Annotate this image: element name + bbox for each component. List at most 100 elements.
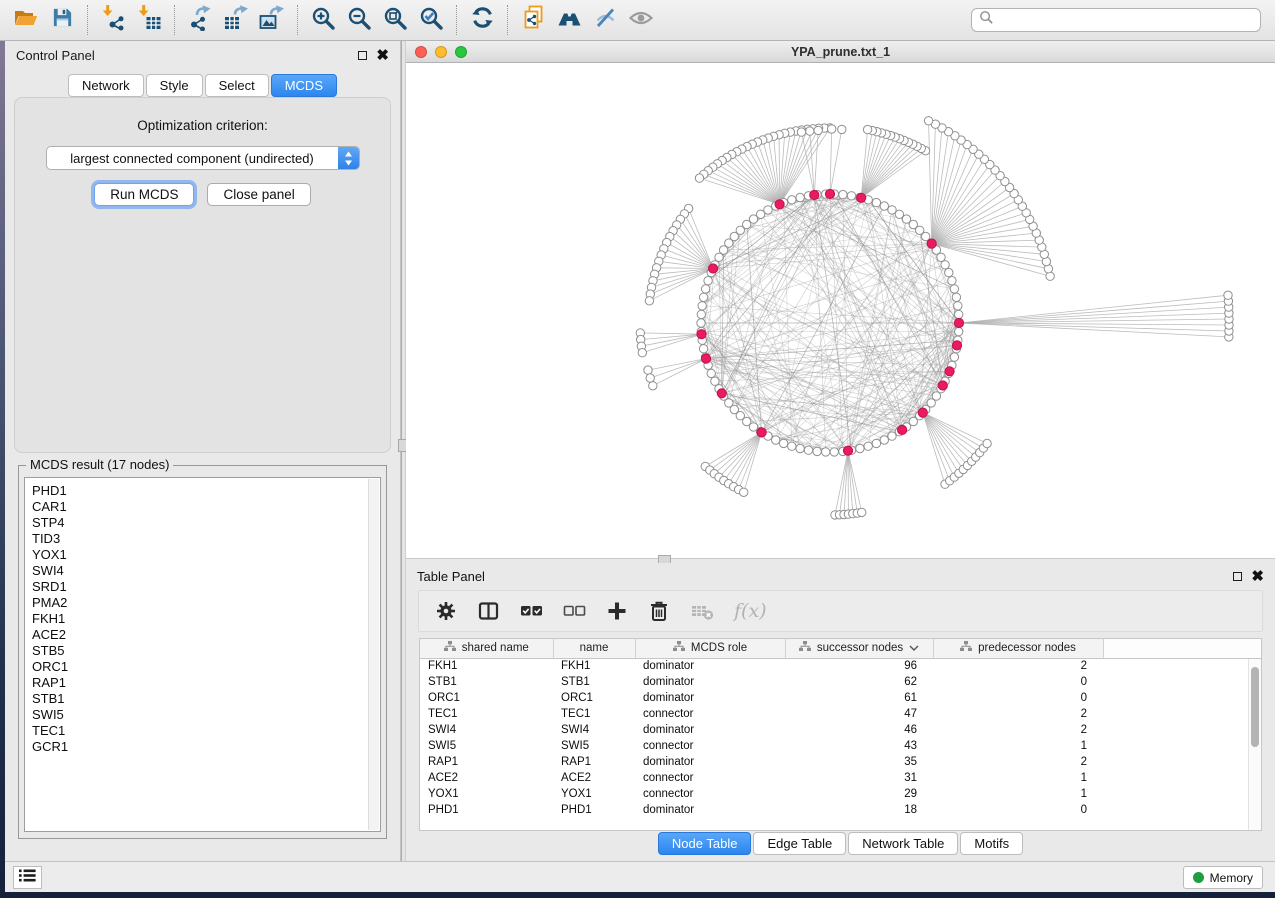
- table-cell[interactable]: ACE2: [420, 770, 553, 786]
- tab-select[interactable]: Select: [205, 74, 269, 97]
- result-node[interactable]: SWI5: [32, 707, 380, 723]
- ring-node[interactable]: [707, 369, 715, 377]
- table-cell[interactable]: connector: [635, 706, 785, 722]
- result-scrollbar-track[interactable]: [368, 479, 379, 830]
- float-table-panel-icon[interactable]: [1233, 572, 1242, 581]
- table-cell[interactable]: dominator: [635, 754, 785, 770]
- ring-node[interactable]: [864, 442, 872, 450]
- table-row[interactable]: SWI4SWI4dominator462: [420, 722, 1261, 738]
- ring-node[interactable]: [872, 439, 880, 447]
- result-node[interactable]: TID3: [32, 531, 380, 547]
- window-zoom-icon[interactable]: [455, 46, 467, 58]
- ring-node[interactable]: [847, 192, 855, 200]
- ring-node[interactable]: [772, 436, 780, 444]
- table-cell[interactable]: 1: [933, 786, 1103, 802]
- close-panel-button[interactable]: Close panel: [207, 183, 310, 206]
- ring-node[interactable]: [704, 277, 712, 285]
- table-cell[interactable]: 1: [933, 770, 1103, 786]
- mcds-node[interactable]: [898, 425, 907, 434]
- network-titlebar[interactable]: YPA_prune.txt_1: [406, 41, 1275, 63]
- satellite-node[interactable]: [645, 297, 653, 305]
- result-node[interactable]: PHD1: [32, 483, 380, 499]
- table-cell[interactable]: 31: [785, 770, 933, 786]
- result-node[interactable]: GCR1: [32, 739, 380, 755]
- show-all-button[interactable]: [623, 4, 659, 36]
- table-cell[interactable]: 62: [785, 674, 933, 690]
- tab-network-table[interactable]: Network Table: [848, 832, 958, 855]
- mcds-node[interactable]: [717, 389, 726, 398]
- satellite-node[interactable]: [924, 117, 932, 125]
- ring-node[interactable]: [888, 206, 896, 214]
- table-cell[interactable]: TEC1: [420, 706, 553, 722]
- table-cell[interactable]: 0: [933, 674, 1103, 690]
- mcds-result-list[interactable]: PHD1CAR1STP4TID3YOX1SWI4SRD1PMA2FKH1ACE2…: [24, 477, 381, 832]
- ring-node[interactable]: [950, 285, 958, 293]
- mcds-node[interactable]: [709, 264, 718, 273]
- tab-mcds[interactable]: MCDS: [271, 74, 337, 97]
- table-cell[interactable]: ORC1: [553, 690, 635, 706]
- tab-network[interactable]: Network: [68, 74, 144, 97]
- table-row[interactable]: ORC1ORC1dominator610: [420, 690, 1261, 706]
- table-scrollbar-thumb[interactable]: [1251, 667, 1259, 747]
- table-row[interactable]: SWI5SWI5connector431: [420, 738, 1261, 754]
- delete-column-button[interactable]: [648, 600, 670, 622]
- memory-button[interactable]: Memory: [1183, 866, 1263, 889]
- mcds-node[interactable]: [697, 330, 706, 339]
- ring-node[interactable]: [697, 310, 705, 318]
- mcds-node[interactable]: [843, 446, 852, 455]
- column-header-successor-nodes[interactable]: successor nodes: [785, 639, 933, 658]
- satellite-node[interactable]: [838, 125, 846, 133]
- column-header-name[interactable]: name: [553, 639, 635, 658]
- run-mcds-button[interactable]: Run MCDS: [94, 183, 194, 206]
- table-settings-button[interactable]: [435, 600, 457, 622]
- table-cell[interactable]: 2: [933, 706, 1103, 722]
- table-cell[interactable]: connector: [635, 738, 785, 754]
- clone-network-button[interactable]: [515, 4, 551, 36]
- mcds-node[interactable]: [857, 193, 866, 202]
- ring-node[interactable]: [698, 302, 706, 310]
- window-minimize-icon[interactable]: [435, 46, 447, 58]
- export-image-button[interactable]: [254, 4, 290, 36]
- deselect-all-button[interactable]: [563, 600, 586, 622]
- ring-node[interactable]: [955, 327, 963, 335]
- table-cell[interactable]: FKH1: [553, 658, 635, 674]
- table-cell[interactable]: 2: [933, 658, 1103, 674]
- table-cell[interactable]: STB1: [420, 674, 553, 690]
- table-cell[interactable]: PHD1: [420, 802, 553, 818]
- table-cell[interactable]: dominator: [635, 658, 785, 674]
- import-network-button[interactable]: [95, 4, 131, 36]
- table-cell[interactable]: 2: [933, 754, 1103, 770]
- mcds-node[interactable]: [954, 318, 963, 327]
- table-cell[interactable]: ORC1: [420, 690, 553, 706]
- ring-node[interactable]: [788, 442, 796, 450]
- mcds-node[interactable]: [927, 239, 936, 248]
- mcds-node[interactable]: [757, 428, 766, 437]
- hide-selected-button[interactable]: [587, 4, 623, 36]
- first-neighbors-button[interactable]: [551, 4, 587, 36]
- tab-motifs[interactable]: Motifs: [960, 832, 1023, 855]
- table-cell[interactable]: ACE2: [553, 770, 635, 786]
- result-node[interactable]: STB5: [32, 643, 380, 659]
- satellite-node[interactable]: [638, 349, 646, 357]
- ring-node[interactable]: [813, 447, 821, 455]
- ring-node[interactable]: [804, 446, 812, 454]
- result-node[interactable]: FKH1: [32, 611, 380, 627]
- save-session-button[interactable]: [44, 4, 80, 36]
- ring-node[interactable]: [880, 202, 888, 210]
- ring-node[interactable]: [839, 190, 847, 198]
- zoom-fit-button[interactable]: [377, 4, 413, 36]
- table-cell[interactable]: SWI4: [420, 722, 553, 738]
- table-row[interactable]: YOX1YOX1connector291: [420, 786, 1261, 802]
- task-history-button[interactable]: [13, 866, 42, 889]
- result-node[interactable]: TEC1: [32, 723, 380, 739]
- table-row[interactable]: STB1STB1dominator620: [420, 674, 1261, 690]
- tab-node-table[interactable]: Node Table: [658, 832, 752, 855]
- ring-node[interactable]: [715, 253, 723, 261]
- ring-node[interactable]: [699, 345, 707, 353]
- satellite-node[interactable]: [814, 126, 822, 134]
- ring-node[interactable]: [697, 319, 705, 327]
- table-cell[interactable]: YOX1: [553, 786, 635, 802]
- satellite-node[interactable]: [797, 128, 805, 136]
- ring-node[interactable]: [952, 293, 960, 301]
- table-cell[interactable]: 1: [933, 738, 1103, 754]
